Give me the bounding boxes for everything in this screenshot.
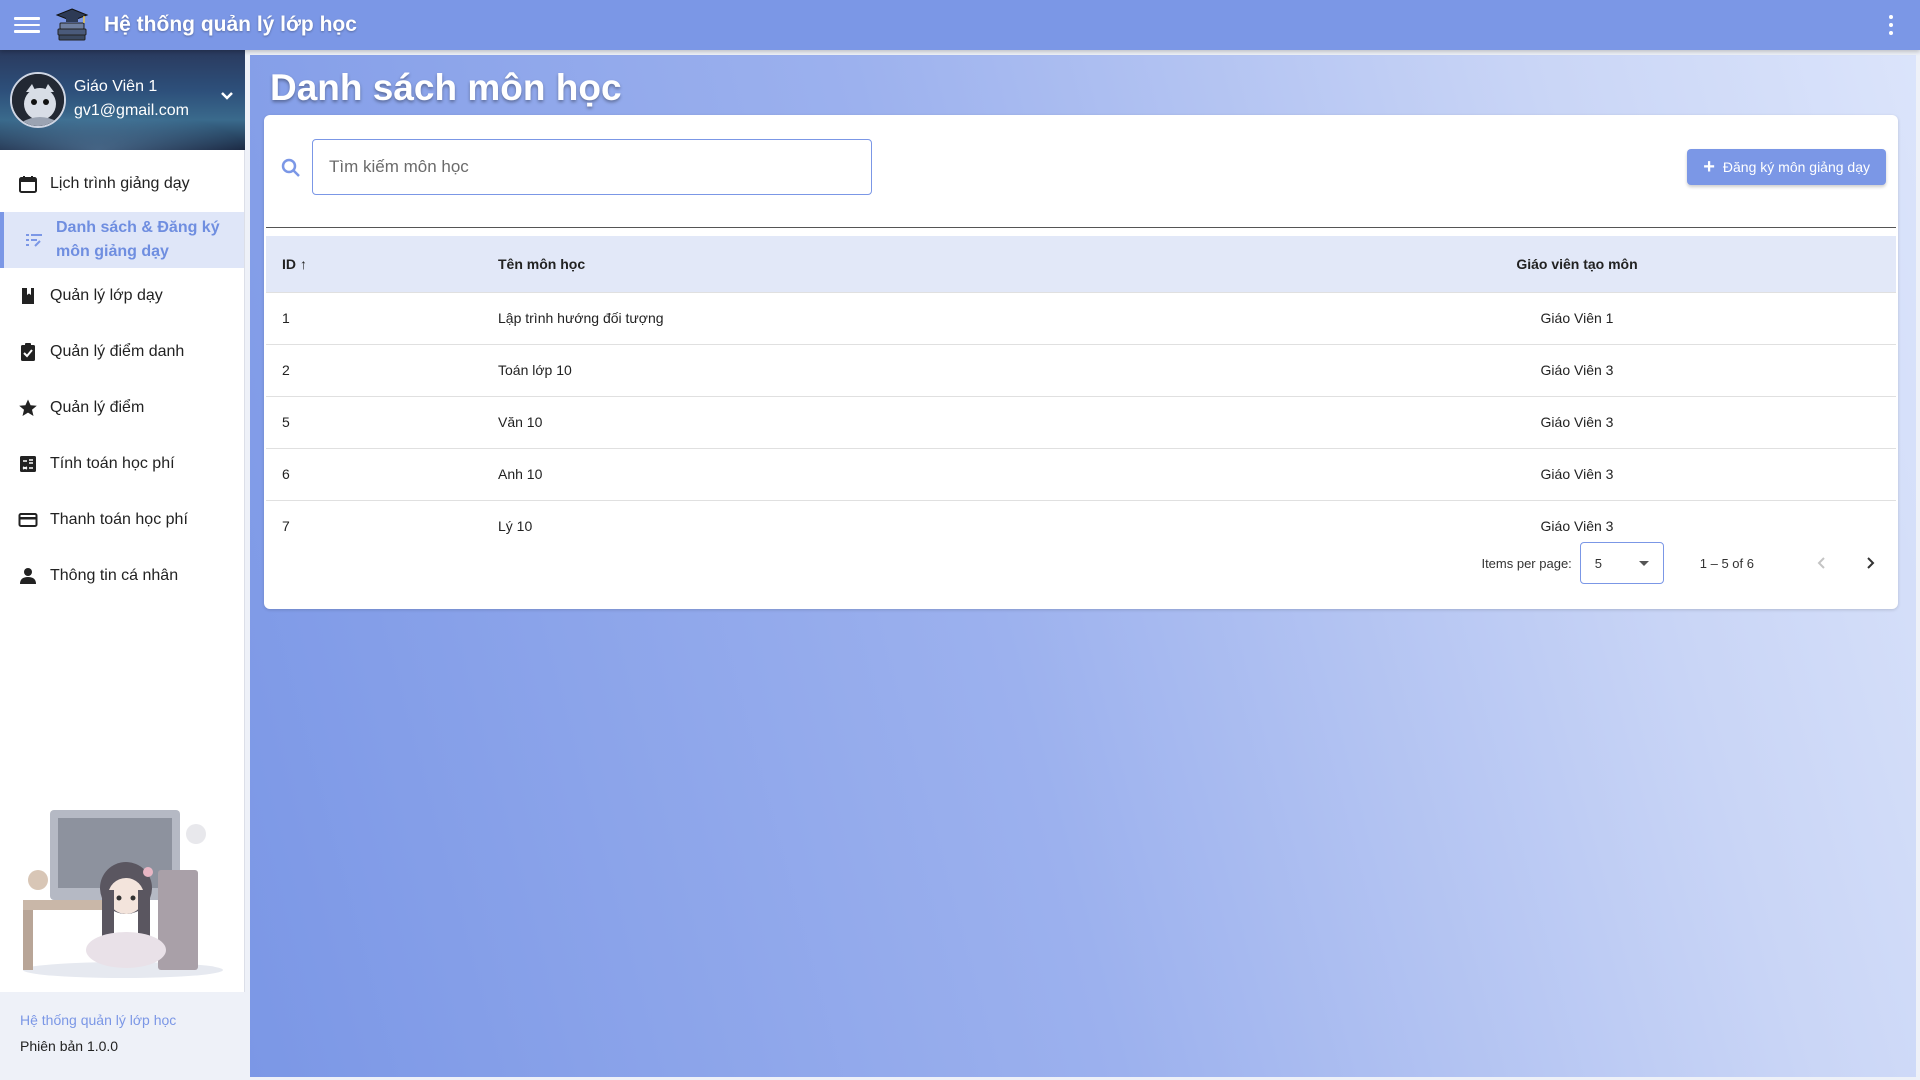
cell-name: Lập trình hướng đối tượng <box>498 292 1470 345</box>
chevron-right-icon <box>1867 557 1875 569</box>
sidebar-item-personal-info[interactable]: Thông tin cá nhân <box>0 548 244 604</box>
items-per-page-label: Items per page: <box>1481 555 1572 571</box>
more-vert-icon[interactable] <box>1888 15 1894 35</box>
next-page-button[interactable] <box>1850 543 1890 583</box>
list-icon <box>26 234 42 247</box>
sidebar: Giáo Viên 1 gv1@gmail.com Lịch trình giả… <box>0 50 245 1080</box>
cell-teacher: Giáo Viên 3 <box>1470 344 1684 397</box>
page-range: 1 – 5 of 6 <box>1699 555 1754 571</box>
chevron-down-icon[interactable] <box>217 86 237 106</box>
register-subject-button[interactable]: + Đăng ký môn giảng dạy <box>1687 149 1886 185</box>
cell-id: 2 <box>266 344 498 397</box>
cell-teacher: Giáo Viên 1 <box>1470 292 1684 345</box>
sidebar-item-subject-list[interactable]: Danh sách & Đăng ký môn giảng dạy <box>0 212 244 268</box>
cell-teacher: Giáo Viên 3 <box>1470 448 1684 501</box>
sidebar-footer: Hệ thống quản lý lớp học Phiên bản 1.0.0 <box>0 992 245 1080</box>
sidebar-nav: Lịch trình giảng dạy Danh sách & Đăng ký… <box>0 150 244 604</box>
arrow-up-icon: ↑ <box>300 255 307 272</box>
profile-header: Giáo Viên 1 gv1@gmail.com <box>0 50 245 150</box>
profile-name: Giáo Viên 1 <box>74 78 158 95</box>
decorative-illustration <box>23 810 223 978</box>
sidebar-item-label: Thông tin cá nhân <box>50 567 179 584</box>
footer-app-name: Hệ thống quản lý lớp học <box>20 1012 177 1028</box>
items-per-page-value: 5 <box>1594 555 1603 571</box>
sidebar-item-label: Tính toán học phí <box>50 455 175 472</box>
cell-id: 1 <box>266 292 498 345</box>
calculate-icon <box>20 456 36 472</box>
sidebar-item-teaching-schedule[interactable]: Lịch trình giảng dạy <box>0 156 244 212</box>
table-header-row: ID ↑ Tên môn học Giáo viên tạo môn <box>266 236 1896 293</box>
column-header-name: Tên môn học <box>498 236 1470 293</box>
sidebar-item-class-management[interactable]: Quản lý lớp dạy <box>0 268 244 324</box>
cell-teacher: Giáo Viên 3 <box>1470 396 1684 449</box>
sidebar-item-label: Lịch trình giảng dạy <box>50 175 190 192</box>
cell-id: 6 <box>266 448 498 501</box>
cell-name: Toán lớp 10 <box>498 344 1470 397</box>
sidebar-item-label: Danh sách & Đăng ký môn giảng dạy <box>56 219 220 260</box>
main-content: Danh sách môn học + Đăng ký môn giảng dạ… <box>250 55 1916 1077</box>
register-button-label: Đăng ký môn giảng dạy <box>1722 159 1870 175</box>
chevron-left-icon <box>1817 557 1825 569</box>
top-toolbar: Hệ thống quản lý lớp học <box>0 0 1920 50</box>
avatar <box>10 72 66 128</box>
profile-email: gv1@gmail.com <box>74 102 189 119</box>
sidebar-item-attendance[interactable]: Quản lý điểm danh <box>0 324 244 380</box>
assignment-check-icon <box>21 343 35 361</box>
graduation-books-logo-icon <box>55 8 89 41</box>
cell-name: Văn 10 <box>498 396 1470 449</box>
table-row[interactable]: 1 Lập trình hướng đối tượng Giáo Viên 1 <box>266 292 1896 345</box>
cell-name: Anh 10 <box>498 448 1470 501</box>
table-row[interactable]: 2 Toán lớp 10 Giáo Viên 3 <box>266 344 1896 397</box>
search-input[interactable] <box>312 139 872 195</box>
table-row[interactable]: 6 Anh 10 Giáo Viên 3 <box>266 448 1896 501</box>
search-icon <box>281 158 300 177</box>
menu-icon[interactable] <box>14 12 40 38</box>
sidebar-item-grades[interactable]: Quản lý điểm <box>0 380 244 436</box>
credit-card-icon <box>18 513 38 527</box>
person-icon <box>20 568 36 584</box>
book-icon <box>22 288 34 304</box>
star-icon <box>19 399 37 416</box>
paginator: Items per page: 5 1 – 5 of 6 <box>1198 535 1898 591</box>
sidebar-item-label: Quản lý lớp dạy <box>50 287 163 304</box>
dropdown-caret-icon <box>1638 561 1649 566</box>
table-row[interactable]: 5 Văn 10 Giáo Viên 3 <box>266 396 1896 449</box>
sidebar-item-label: Quản lý điểm danh <box>50 343 185 360</box>
previous-page-button[interactable] <box>1802 543 1842 583</box>
sidebar-item-label: Thanh toán học phí <box>50 511 188 528</box>
divider <box>266 227 1896 228</box>
items-per-page-select[interactable]: 5 <box>1579 542 1664 584</box>
footer-version: Phiên bản 1.0.0 <box>20 1038 119 1054</box>
column-header-id[interactable]: ID ↑ <box>266 236 498 293</box>
subject-list-card: + Đăng ký môn giảng dạy ID↑ Tên môn học … <box>264 115 1898 609</box>
plus-icon: + <box>1703 156 1715 178</box>
sidebar-item-tuition-payment[interactable]: Thanh toán học phí <box>0 492 244 548</box>
cell-id: 7 <box>282 518 290 535</box>
calendar-icon <box>19 176 37 193</box>
column-header-teacher: Giáo viên tạo môn <box>1470 236 1684 293</box>
page-title: Danh sách môn học <box>270 67 622 108</box>
subjects-table: ID ↑ Tên môn học Giáo viên tạo môn 1 Lập … <box>266 236 1896 552</box>
cell-id: 5 <box>266 396 498 449</box>
sidebar-item-tuition-calc[interactable]: Tính toán học phí <box>0 436 244 492</box>
app-title: Hệ thống quản lý lớp học <box>104 13 357 36</box>
sidebar-item-label: Quản lý điểm <box>50 399 145 416</box>
